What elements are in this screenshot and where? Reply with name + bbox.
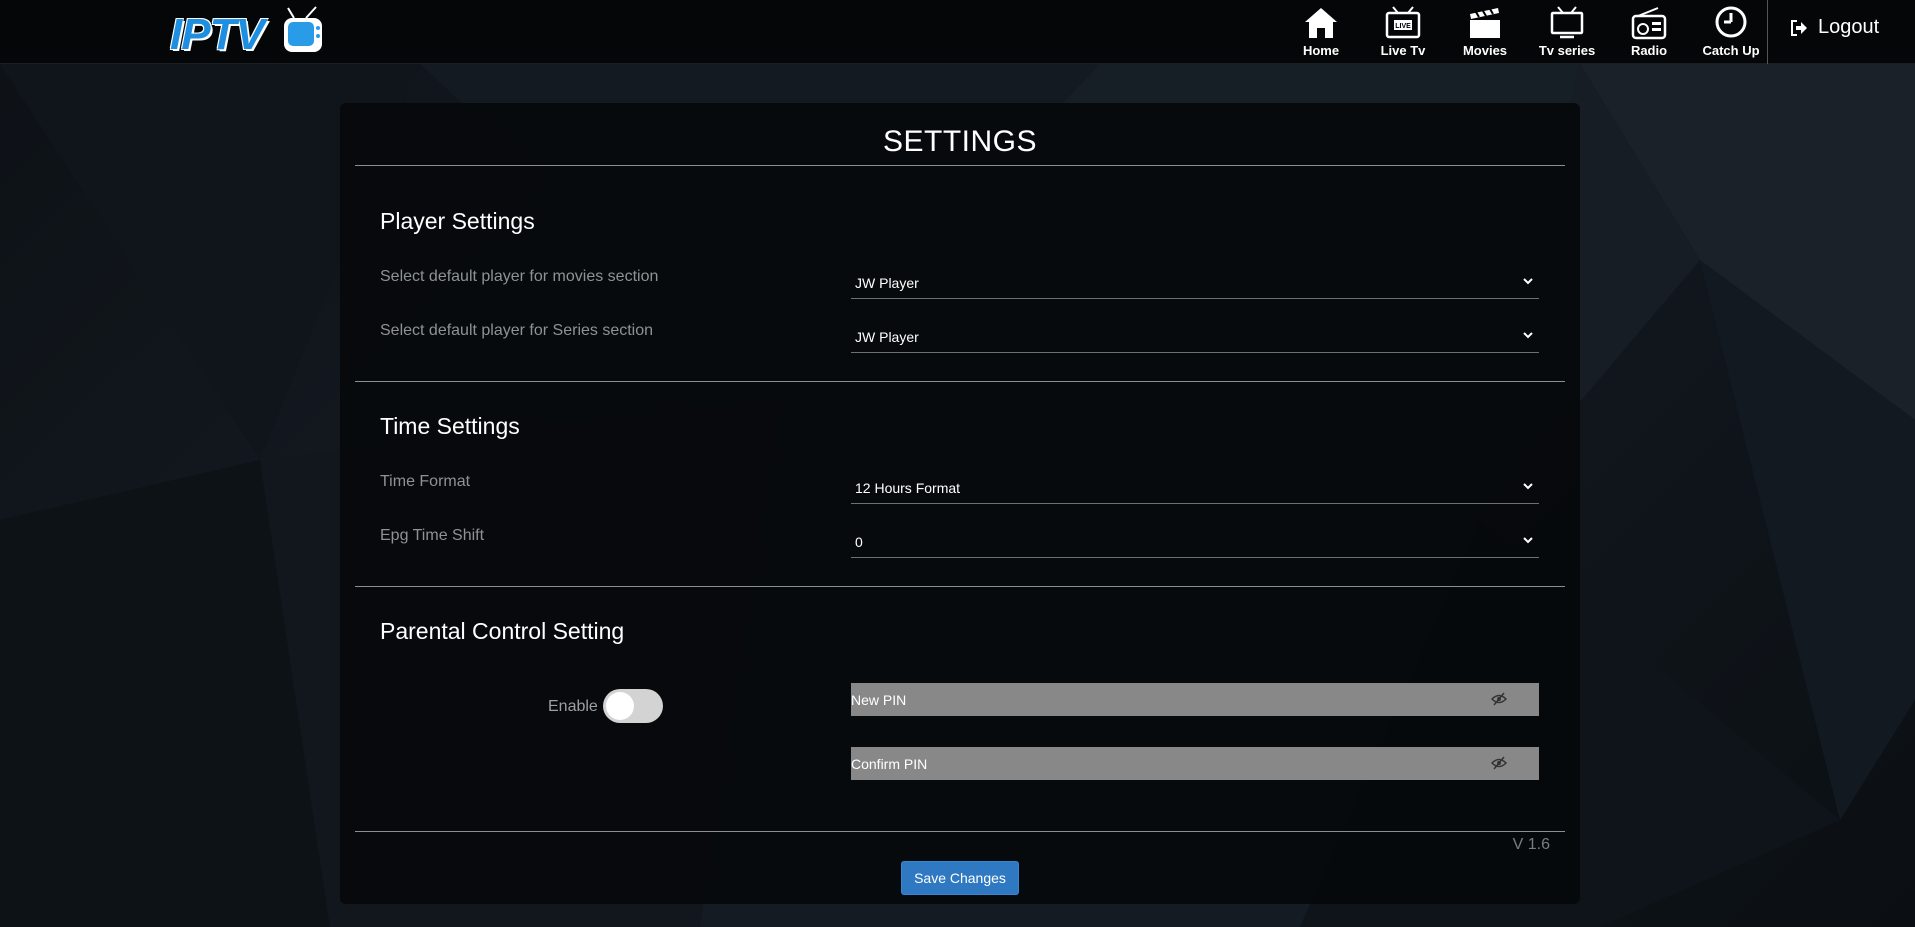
iptv-logo[interactable]: IPTV — [170, 6, 330, 59]
nav-radio-label: Radio — [1630, 43, 1668, 58]
nav-catch-up[interactable]: Catch Up — [1690, 0, 1772, 64]
new-pin-field[interactable]: New PIN — [851, 683, 1539, 716]
logo-tv-icon — [284, 6, 322, 52]
live-tv-icon: LIVE — [1385, 6, 1421, 39]
main-nav: Home LIVE Live Tv Movies Tv series Radio… — [1280, 0, 1772, 64]
page-title: SETTINGS — [882, 125, 1037, 158]
epg-time-shift-label: Epg Time Shift — [380, 527, 485, 544]
logout-button[interactable]: Logout — [1790, 16, 1879, 39]
time-format-value: 12 Hours Format — [855, 480, 961, 496]
radio-icon — [1631, 7, 1667, 40]
confirm-pin-placeholder: Confirm PIN — [851, 756, 928, 772]
epg-time-shift-select[interactable]: 0 — [851, 522, 1539, 558]
chevron-down-icon — [1523, 332, 1533, 339]
enable-label: Enable — [548, 698, 598, 715]
clapperboard-icon — [1470, 8, 1500, 38]
settings-card: SETTINGS Player Settings Select default … — [340, 103, 1580, 904]
series-player-value: JW Player — [855, 329, 919, 345]
series-player-select[interactable]: JW Player — [851, 317, 1539, 353]
player-settings-title: Player Settings — [380, 208, 535, 234]
movies-player-select[interactable]: JW Player — [851, 263, 1539, 299]
eye-slash-icon[interactable] — [1491, 692, 1507, 706]
movies-player-value: JW Player — [855, 275, 919, 291]
nav-divider — [1767, 0, 1768, 64]
time-settings-title: Time Settings — [380, 413, 520, 439]
confirm-pin-field[interactable]: Confirm PIN — [851, 747, 1539, 780]
clock-icon — [1715, 6, 1747, 38]
eye-slash-icon[interactable] — [1491, 756, 1507, 770]
live-badge-text: LIVE — [1395, 23, 1411, 30]
time-format-label: Time Format — [380, 473, 471, 490]
chevron-down-icon — [1523, 278, 1533, 285]
nav-movies[interactable]: Movies — [1444, 0, 1526, 64]
top-navbar: IPTV Home LIVE Live Tv Movies Tv series … — [0, 0, 1915, 64]
version-label: V 1.6 — [1512, 836, 1550, 853]
divider — [355, 586, 1565, 587]
parental-enable-toggle[interactable] — [603, 689, 663, 723]
nav-home-label: Home — [1302, 43, 1340, 58]
epg-time-shift-value: 0 — [855, 534, 863, 550]
time-format-select[interactable]: 12 Hours Format — [851, 468, 1539, 504]
logout-label: Logout — [1818, 16, 1880, 38]
new-pin-placeholder: New PIN — [851, 692, 907, 708]
nav-live-tv-label: Live Tv — [1380, 43, 1426, 58]
divider — [355, 165, 1565, 166]
parental-control-title: Parental Control Setting — [380, 618, 625, 644]
chevron-down-icon — [1523, 483, 1533, 490]
save-changes-button[interactable]: Save Changes — [901, 861, 1019, 895]
tv-icon — [1550, 6, 1584, 39]
nav-movies-label: Movies — [1462, 43, 1508, 58]
logout-icon — [1791, 19, 1807, 36]
toggle-knob — [606, 692, 634, 720]
logo-text: IPTV — [170, 10, 265, 59]
movies-player-label: Select default player for movies section — [380, 268, 659, 285]
nav-home[interactable]: Home — [1280, 0, 1362, 64]
divider — [355, 831, 1565, 832]
nav-tv-series[interactable]: Tv series — [1526, 0, 1608, 64]
nav-tv-series-label: Tv series — [1538, 43, 1596, 58]
series-player-label: Select default player for Series section — [380, 322, 654, 339]
nav-catch-up-label: Catch Up — [1702, 43, 1760, 58]
home-icon — [1305, 8, 1337, 38]
nav-live-tv[interactable]: LIVE Live Tv — [1362, 0, 1444, 64]
nav-radio[interactable]: Radio — [1608, 0, 1690, 64]
chevron-down-icon — [1523, 537, 1533, 544]
divider — [355, 381, 1565, 382]
